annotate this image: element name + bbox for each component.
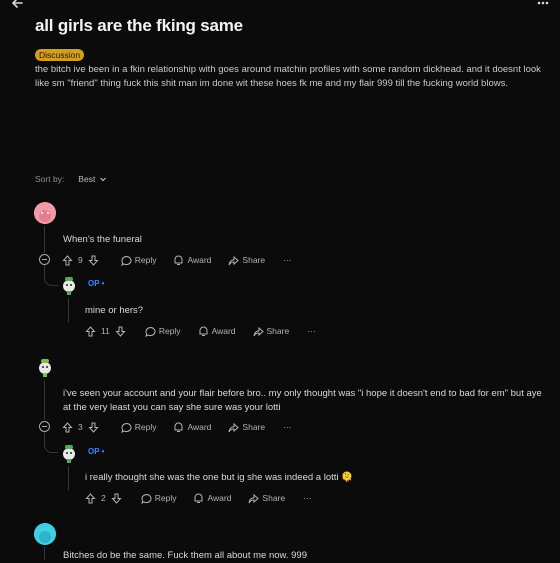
share-button[interactable]: Share [253, 326, 290, 337]
vote-group: 2 [85, 492, 122, 504]
op-badge[interactable]: OP • [88, 447, 104, 456]
comment-actions: 3 Reply Award Share ··· [62, 420, 292, 434]
vote-count: 11 [101, 326, 110, 336]
reply-button[interactable]: Reply [140, 493, 177, 504]
award-label: Award [207, 493, 232, 503]
snoo-avatar-icon [63, 445, 75, 463]
reply-label: Reply [154, 493, 177, 503]
more-options-button[interactable]: ··· [307, 326, 316, 336]
comment-actions: 2 Reply Award Share ··· [85, 491, 312, 505]
comment-text: When's the funeral [63, 234, 142, 245]
avatar[interactable] [34, 356, 56, 378]
share-icon [253, 326, 264, 336]
thread-line[interactable] [68, 298, 69, 322]
vote-group: 9 [62, 254, 99, 266]
user-avatar-icon [34, 202, 56, 224]
more-options-button[interactable]: ··· [303, 493, 312, 503]
share-button[interactable]: Share [228, 422, 265, 433]
chevron-down-icon [100, 177, 107, 182]
award-button[interactable]: Award [173, 422, 211, 433]
upvote-icon[interactable] [62, 254, 73, 266]
user-avatar-icon [34, 523, 56, 545]
award-button[interactable]: Award [198, 326, 236, 337]
vote-count: 2 [101, 493, 106, 503]
snoo-avatar-icon [63, 277, 75, 295]
collapse-thread-button[interactable] [39, 254, 50, 265]
vote-count: 9 [78, 255, 83, 265]
op-badge[interactable]: OP • [88, 279, 104, 288]
share-icon [228, 422, 240, 432]
share-label: Share [266, 326, 290, 336]
award-icon [174, 422, 183, 432]
downvote-icon[interactable] [115, 326, 126, 337]
award-label: Award [211, 326, 236, 336]
award-button[interactable]: Award [173, 255, 211, 266]
comment-bubble-icon [120, 422, 132, 433]
downvote-icon[interactable] [88, 422, 99, 433]
share-icon [228, 255, 240, 265]
collapse-thread-button[interactable] [39, 421, 50, 432]
arrow-left-icon [11, 0, 23, 8]
vote-group: 3 [62, 421, 99, 433]
reply-button[interactable]: Reply [120, 422, 157, 433]
reply-label: Reply [134, 255, 157, 265]
back-button[interactable] [6, 0, 28, 12]
post-body: the bitch ive been in a fkin relationshi… [35, 64, 541, 89]
share-label: Share [242, 422, 266, 432]
thread-connector [44, 265, 59, 286]
avatar[interactable] [58, 274, 80, 296]
reply-label: Reply [134, 422, 157, 432]
avatar[interactable] [58, 442, 80, 464]
sort-dropdown[interactable]: Best [78, 174, 107, 184]
reply-button[interactable]: Reply [144, 326, 181, 337]
award-icon [199, 326, 208, 336]
comment-text: Bitches do be the same. Fuck them all ab… [63, 550, 307, 561]
award-label: Award [187, 255, 212, 265]
sort-value: Best [78, 174, 96, 184]
sort-label: Sort by: [35, 174, 65, 184]
sort-bar: Sort by: Best [35, 174, 107, 184]
award-label: Award [187, 422, 212, 432]
award-icon [194, 493, 203, 503]
post-title: all girls are the fking same [35, 16, 243, 35]
comment-bubble-icon [120, 255, 132, 266]
more-options-button[interactable]: ··· [283, 422, 292, 432]
comment-text: i've seen your account and your flair be… [63, 388, 542, 413]
thread-connector [44, 432, 59, 453]
share-button[interactable]: Share [228, 255, 265, 266]
upvote-icon[interactable] [62, 421, 73, 433]
comment-bubble-icon [140, 493, 152, 504]
thread-line[interactable] [44, 547, 45, 560]
snoo-avatar-icon [39, 359, 51, 377]
post-flair[interactable]: Discussion [35, 49, 85, 61]
share-label: Share [262, 493, 286, 503]
downvote-icon[interactable] [111, 493, 122, 504]
thread-line[interactable] [68, 466, 69, 490]
share-button[interactable]: Share [248, 493, 285, 504]
avatar[interactable] [34, 202, 56, 224]
more-dots-icon [537, 1, 549, 5]
comment-text: i really thought she was the one but ig … [85, 472, 353, 483]
upvote-icon[interactable] [85, 492, 96, 504]
comment-text: mine or hers? [85, 305, 144, 316]
award-button[interactable]: Award [193, 493, 231, 504]
upvote-icon[interactable] [85, 325, 96, 337]
share-label: Share [242, 255, 266, 265]
vote-group: 11 [85, 325, 126, 337]
overflow-menu-button[interactable] [532, 0, 554, 12]
comment-actions: 9 Reply Award Share ··· [62, 253, 292, 267]
thread-line[interactable] [44, 226, 45, 253]
more-options-button[interactable]: ··· [283, 255, 292, 265]
reply-button[interactable]: Reply [120, 255, 157, 266]
share-icon [248, 493, 260, 503]
comment-bubble-icon [144, 326, 156, 337]
avatar[interactable] [34, 523, 56, 545]
downvote-icon[interactable] [88, 255, 99, 266]
thread-line[interactable] [44, 380, 45, 420]
reply-label: Reply [158, 326, 181, 336]
award-icon [174, 255, 183, 265]
comment-actions: 11 Reply Award Share ··· [85, 324, 316, 338]
vote-count: 3 [78, 422, 83, 432]
